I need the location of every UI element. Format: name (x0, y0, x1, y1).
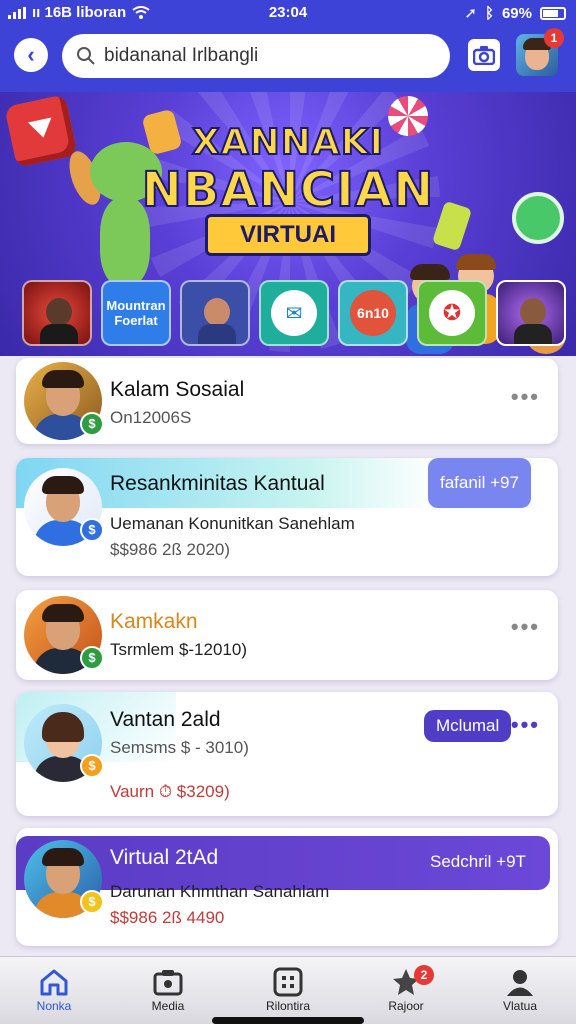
item-title: Resankminitas Kantual (110, 472, 325, 495)
status-pill[interactable]: Sedchril +9T (418, 846, 538, 878)
thumbnail-6[interactable]: ✪ (417, 280, 487, 346)
back-button[interactable]: ‹ (14, 38, 48, 72)
item-title: Kamkakn (110, 610, 198, 633)
avatar: $ (24, 596, 104, 674)
avatar: $ (24, 468, 104, 546)
item-price: $$986 2ß 4490 (110, 908, 225, 927)
list-item[interactable]: $ Virtual 2tAd Sedchril +9T Darunan Khmt… (16, 828, 558, 946)
battery-text: 69% (501, 4, 532, 22)
nav-label: Rilontira (265, 999, 310, 1013)
coin-icon: $ (80, 646, 104, 670)
home-icon (40, 969, 68, 996)
status-pill[interactable]: fafanil +97 (428, 458, 531, 508)
thumbnail-2[interactable]: Mountran Foerlat (101, 280, 171, 346)
camera-button[interactable] (468, 39, 500, 71)
battery-icon (540, 6, 566, 20)
status-pill[interactable]: Mclumal (424, 710, 512, 742)
home-indicator[interactable] (212, 1017, 364, 1024)
thumbnail-7[interactable] (496, 280, 566, 346)
media-icon (153, 970, 183, 996)
chevron-left-icon: ‹ (27, 42, 35, 67)
profile-avatar-button[interactable]: 1 (516, 28, 564, 76)
item-title: Vantan 2ald (110, 708, 221, 731)
nav-rajoor[interactable]: 2 Rajoor (366, 965, 446, 1013)
thumbnail-1[interactable] (22, 280, 92, 346)
search-input[interactable] (104, 45, 424, 67)
nav-profile[interactable]: Vlatua (480, 965, 560, 1013)
item-title: Kalam Sosaial (110, 378, 245, 401)
top-bar: ‹ 1 (0, 26, 576, 92)
list-item[interactable]: $ Vantan 2ald Mclumal ••• Semsms $ - 301… (16, 692, 558, 816)
list-item[interactable]: $ Resankminitas Kantual fafanil +97 Uema… (16, 458, 558, 576)
badge-icon: ✪ (429, 290, 475, 336)
more-options-button[interactable]: ••• (511, 712, 540, 738)
nav-label: Media (151, 999, 185, 1013)
status-bar: ıı 16B liboran 23:04 ➚ ᛒ 69% (0, 0, 576, 26)
item-subtitle: Semsms $ - 3010) (110, 738, 249, 757)
search-bar[interactable] (62, 34, 450, 78)
item-subtitle: Darunan Khmthan Sanahlam (110, 882, 330, 901)
list-item[interactable]: $ Kalam Sosaial On12006S ••• (16, 358, 558, 444)
thumbnail-4[interactable]: ✉ (259, 280, 329, 346)
item-title: Virtual 2tAd (110, 846, 219, 869)
banner-title-line2: NBANCIAN (141, 161, 435, 219)
user-icon (507, 970, 533, 996)
thumbnail-label: 6n10 (357, 305, 389, 321)
status-right: ➚ ᛒ 69% (464, 4, 566, 22)
nav-label: Vlatua (502, 999, 538, 1013)
search-icon (77, 47, 95, 65)
avatar: $ (24, 704, 104, 782)
nav-badge: 2 (414, 965, 434, 985)
grid-icon (273, 967, 303, 997)
thumbnail-5[interactable]: 6n10 (338, 280, 408, 346)
camera-icon (473, 46, 495, 65)
item-price: Vaurn ⏱ $3209) (110, 782, 230, 801)
item-subtitle: On12006S (110, 408, 192, 427)
banner-title-line1: XANNAKI (191, 121, 385, 164)
list-item[interactable]: $ Kamkakn Tsrmlem $-12010) ••• (16, 590, 558, 680)
coin-icon: $ (80, 890, 104, 914)
more-options-button[interactable]: ••• (511, 384, 540, 410)
nav-media[interactable]: Media (128, 965, 208, 1013)
coin-icon: $ (80, 754, 104, 778)
nav-rilontira[interactable]: Rilontira (248, 965, 328, 1013)
bluetooth-icon: ᛒ (484, 4, 494, 22)
more-options-button[interactable]: ••• (511, 614, 540, 640)
avatar: $ (24, 840, 104, 918)
coin-icon: $ (80, 518, 104, 542)
item-price: $$986 2ß 2020) (110, 540, 231, 559)
nav-label: Nonka (36, 999, 72, 1013)
thumbnail-label: Mountran Foerlat (106, 298, 166, 328)
banner-ribbon: VIRTUAI (205, 214, 371, 256)
item-subtitle: Uemanan Konunitkan Sanehlam (110, 514, 355, 533)
item-subtitle: Tsrmlem $-12010) (110, 640, 247, 659)
chat-icon: ✉ (271, 290, 317, 336)
avatar: $ (24, 362, 104, 440)
nav-home[interactable]: Nonka (14, 965, 94, 1013)
thumbnail-row: Mountran Foerlat ✉ 6n10 ✪ (22, 280, 566, 346)
notification-badge: 1 (544, 28, 564, 48)
nav-label: Rajoor (388, 999, 424, 1013)
thumbnail-3[interactable] (180, 280, 250, 346)
location-icon: ➚ (464, 5, 477, 22)
coin-icon: $ (80, 412, 104, 436)
bottom-nav: Nonka Media Rilontira 2 Rajoor Vlatua (0, 956, 576, 1024)
